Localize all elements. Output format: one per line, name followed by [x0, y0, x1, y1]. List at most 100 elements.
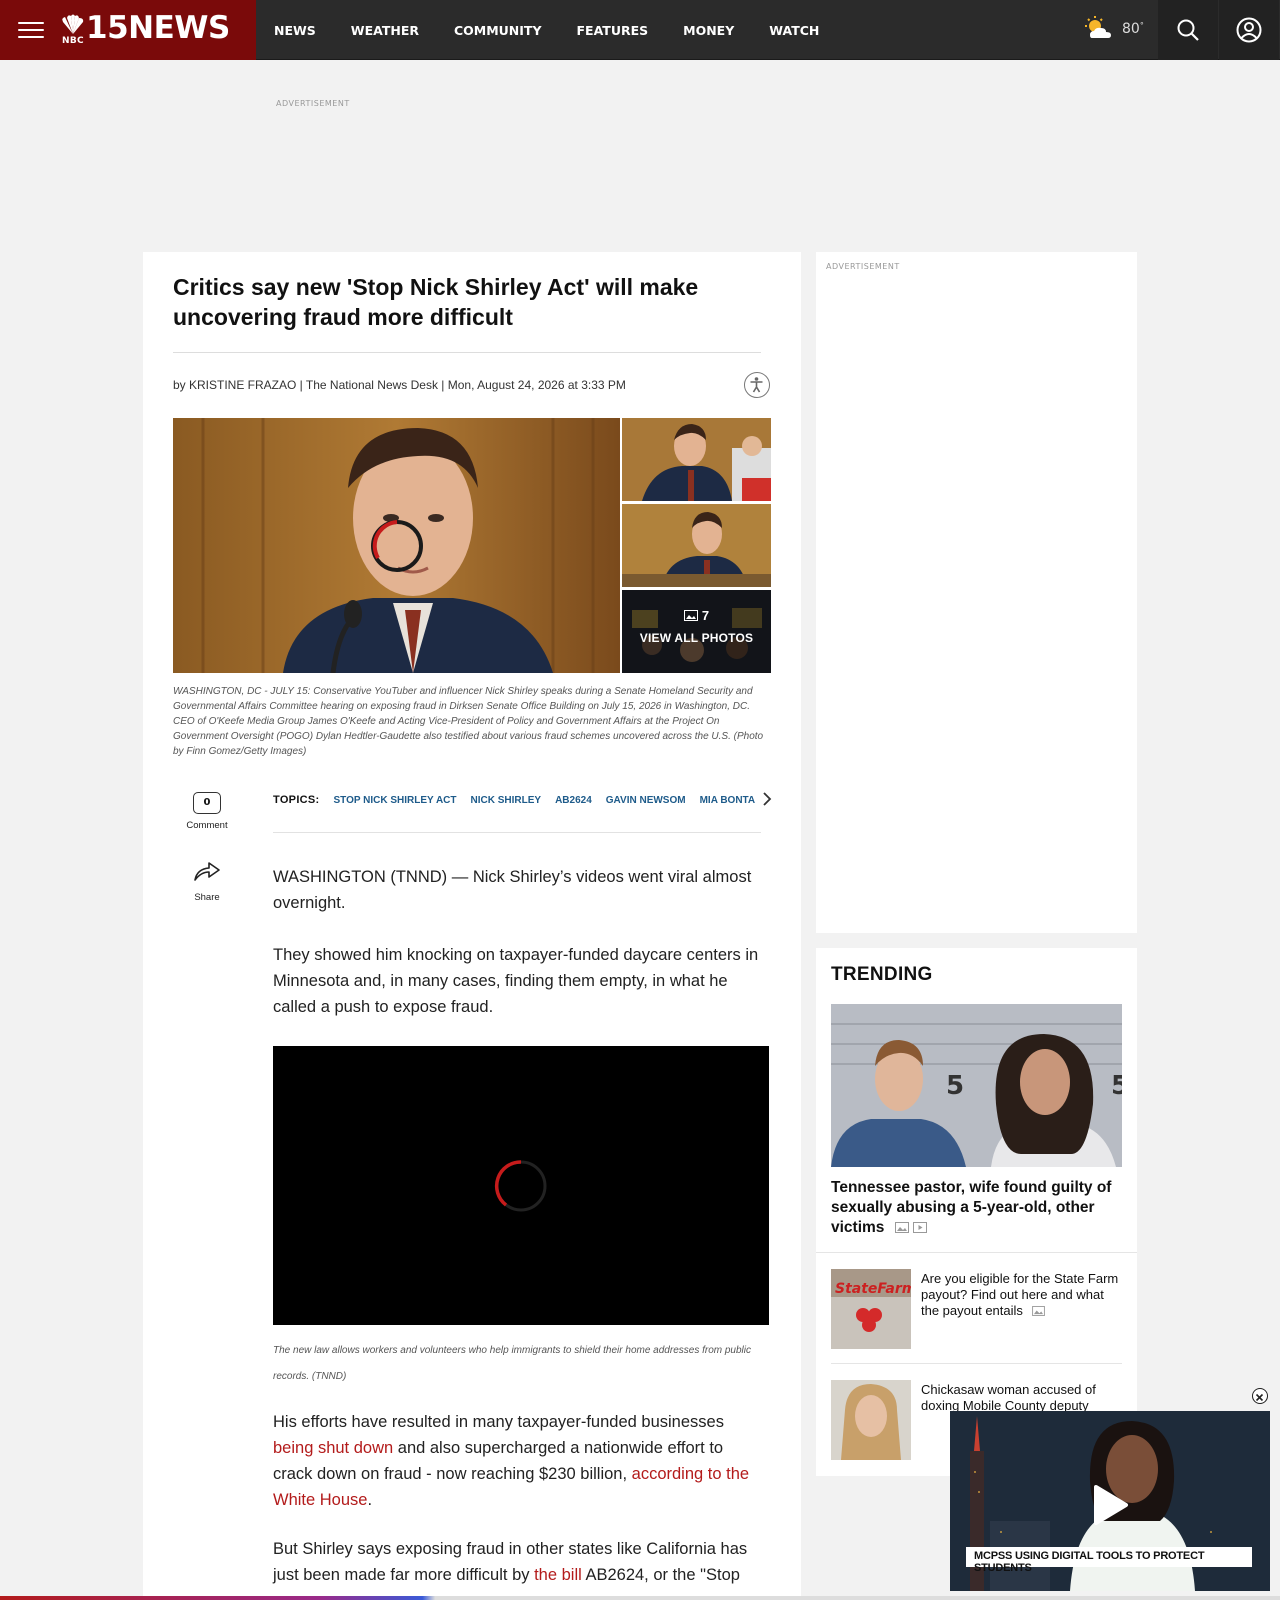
nav-watch[interactable]: WATCH	[769, 23, 819, 38]
topic-link[interactable]: STOP NICK SHIRLEY ACT	[334, 795, 457, 806]
search-icon	[1177, 19, 1199, 41]
hero-image	[173, 418, 620, 673]
video-icon	[913, 1222, 928, 1233]
text-run: AB2624, or the "Stop	[581, 1566, 740, 1584]
weather-widget[interactable]: 80°	[1084, 16, 1144, 42]
partly-sunny-icon	[1085, 16, 1111, 38]
trending-item-title: Chickasaw woman accused of doxing Mobile…	[921, 1382, 1096, 1413]
user-icon	[1236, 17, 1262, 43]
play-icon	[1094, 1485, 1128, 1525]
gallery-thumb-1[interactable]	[622, 418, 771, 501]
peacock-icon	[62, 14, 84, 35]
article-card: Critics say new 'Stop Nick Shirley Act' …	[143, 252, 801, 1600]
article-paragraph: But Shirley says exposing fraud in other…	[273, 1536, 763, 1588]
article-headline: Critics say new 'Stop Nick Shirley Act' …	[173, 274, 699, 330]
trending-lead-image[interactable]: 5 5	[831, 1004, 1122, 1167]
temperature-value: 80	[1122, 21, 1140, 37]
nav-community[interactable]: COMMUNITY	[454, 23, 542, 38]
photo-gallery-icon	[894, 1222, 909, 1233]
nav-features[interactable]: FEATURES	[577, 23, 649, 38]
photo-caption: WASHINGTON, DC - JULY 15: Conservative Y…	[173, 686, 764, 757]
news-ticker: MCPSS USING DIGITAL TOOLS TO PROTECT STU…	[966, 1547, 1252, 1574]
video-caption: The new law allows workers and volunteer…	[273, 1345, 751, 1382]
loading-spinner-icon	[494, 1160, 547, 1212]
photo-count: 7	[622, 608, 771, 623]
view-all-photos-label: VIEW ALL PHOTOS	[639, 631, 754, 645]
main-nav: NEWS WEATHER COMMUNITY FEATURES MONEY WA…	[256, 0, 836, 60]
article-paragraph: They showed him knocking on taxpayer-fun…	[273, 946, 759, 1016]
svg-text:5: 5	[1111, 1071, 1122, 1101]
video-player[interactable]	[273, 1046, 769, 1325]
network-label: NBC	[62, 36, 84, 46]
trending-lead-title-text: Tennessee pastor, wife found guilty of s…	[831, 1179, 1112, 1236]
topic-link[interactable]: NICK SHIRLEY	[471, 795, 542, 806]
hero-photo[interactable]	[173, 418, 620, 673]
divider	[831, 1363, 1122, 1364]
portrait-image	[831, 1380, 911, 1460]
close-icon	[1255, 1393, 1264, 1402]
accessibility-icon	[750, 377, 763, 393]
ticker-text: MCPSS USING DIGITAL TOOLS TO PROTECT STU…	[974, 1550, 1205, 1574]
trending-item-title-text: Are you eligible for the State Farm payo…	[921, 1271, 1119, 1318]
svg-text:5: 5	[946, 1071, 964, 1101]
view-all-overlay: 7 VIEW ALL PHOTOS	[622, 608, 771, 645]
trending-heading: TRENDING	[831, 964, 933, 985]
top-ad-label: ADVERTISEMENT	[276, 99, 350, 108]
close-float-video-button[interactable]	[1252, 1388, 1268, 1404]
photo-count-value: 7	[701, 608, 710, 623]
mugshot-image: 5 5	[831, 1004, 1122, 1167]
thumbnail-image	[622, 418, 771, 501]
share-icon	[194, 862, 220, 881]
comment-label: Comment	[186, 820, 228, 831]
view-all-photos-button[interactable]: 7 VIEW ALL PHOTOS	[622, 590, 771, 673]
sidebar-ad: ADVERTISEMENT	[816, 252, 1137, 933]
inline-link[interactable]: the bill	[534, 1566, 582, 1584]
topic-link[interactable]: GAVIN NEWSOM	[606, 795, 686, 806]
nav-money[interactable]: MONEY	[683, 23, 734, 38]
comment-count: 0	[193, 792, 221, 814]
ad-label: ADVERTISEMENT	[826, 262, 900, 271]
accessibility-button[interactable]	[744, 372, 770, 398]
topics-label: TOPICS:	[273, 794, 320, 806]
divider	[273, 832, 761, 833]
trending-item-title: Are you eligible for the State Farm payo…	[921, 1271, 1121, 1319]
photo-gallery-icon	[683, 610, 698, 621]
thumbnail-image	[622, 504, 771, 587]
article-paragraph: His efforts have resulted in many taxpay…	[273, 1409, 763, 1513]
article-byline: by KRISTINE FRAZAO | The National News D…	[173, 378, 626, 392]
statefarm-sign-image: StateFarm	[831, 1269, 911, 1349]
site-logo[interactable]: NBC 15NEWS	[60, 10, 240, 48]
floating-video-player[interactable]: MCPSS USING DIGITAL TOOLS TO PROTECT STU…	[950, 1411, 1270, 1591]
menu-icon[interactable]	[18, 20, 44, 40]
brand-area: NBC 15NEWS	[0, 0, 256, 60]
trending-thumb	[831, 1380, 911, 1460]
divider	[173, 352, 761, 353]
text-run: His efforts have resulted in many taxpay…	[273, 1413, 724, 1431]
gallery-thumb-2[interactable]	[622, 504, 771, 587]
nav-news[interactable]: NEWS	[274, 23, 316, 38]
article-paragraph: WASHINGTON (TNND) — Nick Shirley’s video…	[273, 868, 752, 912]
degree-symbol: °	[1139, 21, 1144, 30]
bottom-progress-bar	[0, 1596, 1280, 1600]
photo-gallery-icon	[1031, 1306, 1045, 1316]
temperature: 80°	[1122, 21, 1144, 37]
trending-item[interactable]: StateFarm Are you eligible for the State…	[831, 1269, 1122, 1349]
comment-button[interactable]: 0 Comment	[185, 792, 229, 831]
trending-lead-title[interactable]: Tennessee pastor, wife found guilty of s…	[831, 1178, 1126, 1238]
nav-weather[interactable]: WEATHER	[351, 23, 419, 38]
account-button[interactable]	[1219, 0, 1279, 60]
site-header: NBC 15NEWS NEWS WEATHER COMMUNITY FEATUR…	[0, 0, 1280, 60]
svg-text:StateFarm: StateFarm	[835, 1281, 911, 1297]
inline-link[interactable]: being shut down	[273, 1439, 393, 1457]
share-button[interactable]: Share	[185, 860, 229, 903]
text-run: .	[367, 1491, 373, 1509]
topics-bar: TOPICS: STOP NICK SHIRLEY ACT NICK SHIRL…	[273, 788, 761, 812]
trending-panel: TRENDING 5 5 Tennessee pastor, wife foun…	[816, 948, 1137, 1476]
divider	[816, 1252, 1137, 1253]
share-label: Share	[194, 892, 220, 903]
chevron-right-icon[interactable]	[761, 790, 773, 808]
trending-thumb: StateFarm	[831, 1269, 911, 1349]
topic-link[interactable]: AB2624	[555, 795, 592, 806]
search-button[interactable]	[1158, 0, 1218, 60]
topic-link[interactable]: MIA BONTA	[700, 795, 756, 806]
